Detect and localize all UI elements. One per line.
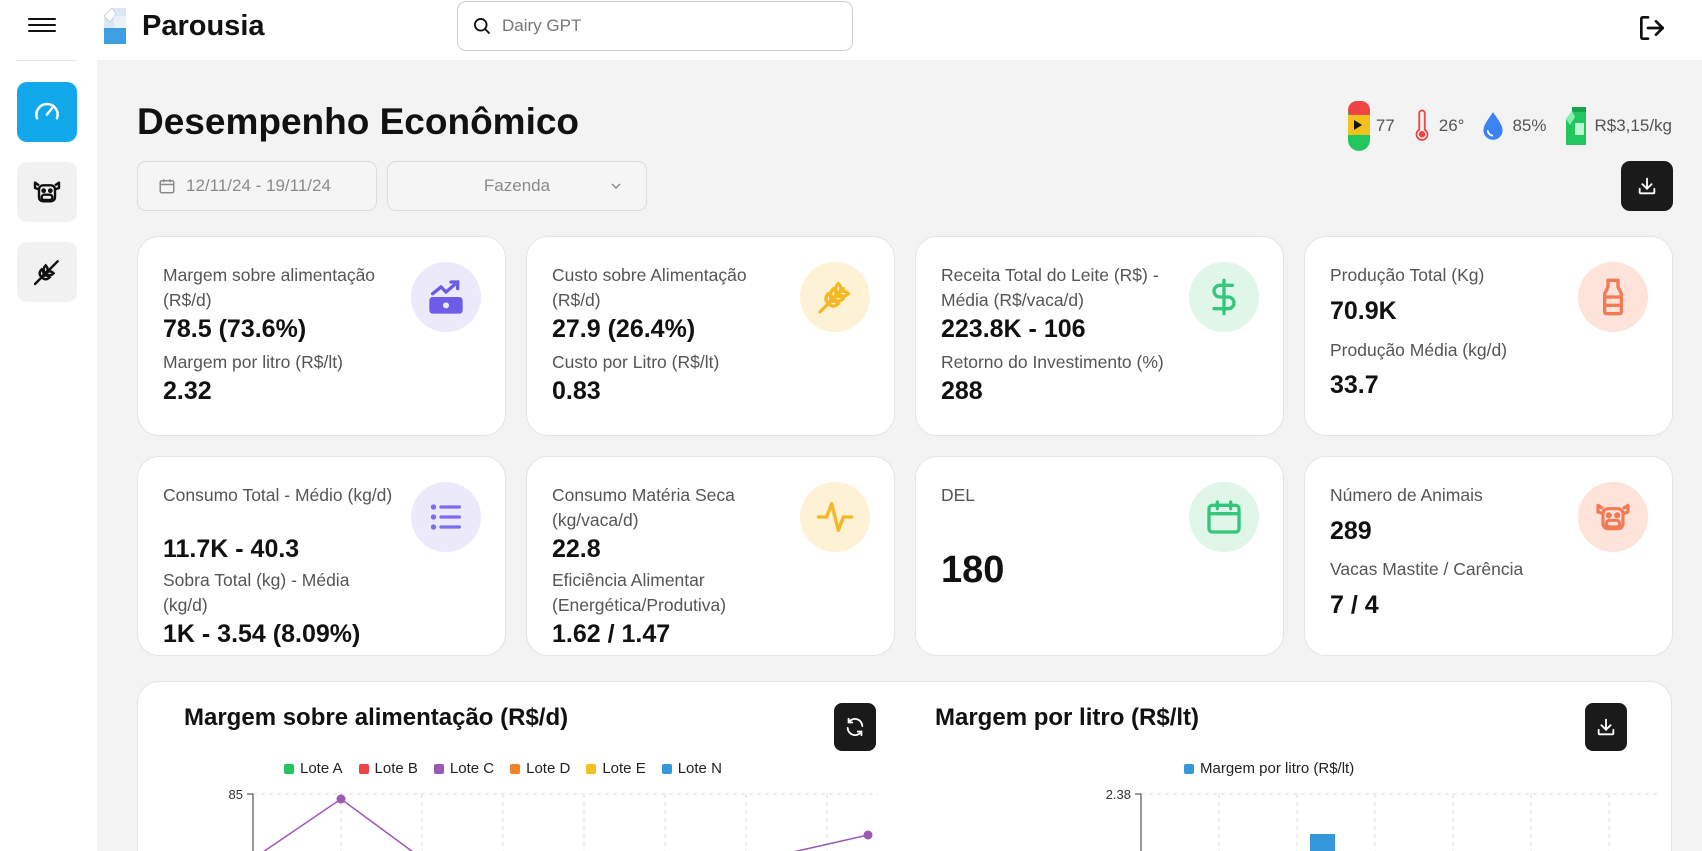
- farm-select[interactable]: Fazenda: [387, 161, 647, 211]
- list-icon: [411, 482, 481, 552]
- card-label: Custo sobre Alimentação (R$/d): [552, 265, 747, 310]
- card-label: Receita Total do Leite (R$) - Média (R$/…: [941, 265, 1159, 310]
- date-range-value: 12/11/24 - 19/11/24: [186, 176, 331, 195]
- charts-panel: Margem sobre alimentação (R$/d) Lote A L…: [137, 681, 1672, 851]
- card-subvalue: 33.7: [1330, 371, 1379, 399]
- bar-chart-margin-per-liter: 2.38: [1106, 787, 1658, 851]
- traffic-light-icon: [1347, 101, 1370, 151]
- dollar-icon: [1189, 262, 1259, 332]
- card-subvalue: 1K - 3.54 (8.09%): [163, 620, 361, 648]
- page-title: Desempenho Econômico: [137, 101, 580, 142]
- card-feed-margin: Margem sobre alimentação (R$/d) 78.5 (73…: [137, 236, 506, 436]
- card-consumption: Consumo Total - Médio (kg/d) 11.7K - 40.…: [137, 456, 506, 656]
- card-milk-revenue: Receita Total do Leite (R$) - Média (R$/…: [915, 236, 1284, 436]
- chart-grid: [1141, 793, 1658, 851]
- card-label: Produção Total (Kg): [1330, 265, 1485, 285]
- water-drop-icon: [1483, 112, 1504, 140]
- search-icon: [474, 18, 491, 35]
- card-value: 180: [941, 549, 1005, 591]
- card-label: Consumo Total - Médio (kg/d): [163, 485, 393, 505]
- card-animals: Número de Animais 289 Vacas Mastite / Ca…: [1304, 456, 1673, 656]
- gauge-icon: [35, 102, 59, 120]
- traffic-light-indicator: 77: [1347, 101, 1395, 151]
- download-button[interactable]: [1621, 161, 1673, 211]
- card-sublabel: Eficiência Alimentar (Energética/Produti…: [552, 570, 727, 615]
- card-sublabel: Retorno do Investimento (%): [941, 352, 1164, 372]
- download-icon: [1638, 177, 1656, 195]
- thermometer-icon: [1415, 109, 1429, 141]
- weather-indicators: 77 26° 85% R$3,15/kg: [1332, 101, 1672, 151]
- card-dry-matter: Consumo Matéria Seca (kg/vaca/d) 22.8 Ef…: [526, 456, 895, 656]
- hamburger-menu-icon[interactable]: [28, 14, 56, 38]
- card-sublabel: Produção Média (kg/d): [1330, 340, 1508, 360]
- card-subvalue: 288: [941, 377, 983, 405]
- bars: [1310, 834, 1335, 851]
- app-name: Parousia: [142, 9, 265, 42]
- milk-carton-icon: [1565, 107, 1586, 145]
- card-value: 22.8: [552, 535, 601, 563]
- card-value: 11.7K - 40.3: [163, 535, 300, 563]
- card-value: 289: [1330, 517, 1372, 545]
- bar[interactable]: [1310, 834, 1335, 851]
- card-value: 223.8K - 106: [941, 315, 1086, 343]
- card-subvalue: 7 / 4: [1330, 591, 1379, 619]
- search-input[interactable]: [502, 16, 822, 36]
- card-feed-cost: Custo sobre Alimentação (R$/d) 27.9 (26.…: [526, 236, 895, 436]
- sidebar-item-feed[interactable]: [17, 242, 77, 302]
- sidebar: [0, 60, 97, 851]
- sidebar-divider: [17, 60, 77, 61]
- card-label: Consumo Matéria Seca (kg/vaca/d): [552, 485, 735, 530]
- card-subvalue: 2.32: [163, 377, 212, 405]
- brand[interactable]: Parousia: [100, 4, 265, 48]
- date-range-picker[interactable]: 12/11/24 - 19/11/24: [137, 161, 377, 211]
- y-tick-label: 2.38: [1106, 787, 1131, 802]
- line-chart-feed-margin: 85: [229, 787, 878, 851]
- wheat-icon: [800, 262, 870, 332]
- card-sublabel: Custo por Litro (R$/lt): [552, 352, 720, 372]
- card-sublabel: Sobra Total (kg) - Média (kg/d): [163, 570, 350, 615]
- card-del: DEL 180: [915, 456, 1284, 656]
- sidebar-item-animals[interactable]: [17, 162, 77, 222]
- humidity-indicator: 85%: [1480, 110, 1547, 142]
- series-line-lote-c-end: [794, 834, 869, 851]
- card-value: 70.9K: [1330, 297, 1397, 325]
- milk-price-indicator: R$3,15/kg: [1563, 105, 1673, 147]
- chevron-down-icon: [611, 183, 621, 189]
- card-label: Número de Animais: [1330, 485, 1483, 505]
- calendar-icon: [1189, 482, 1259, 552]
- card-sublabel: Margem por litro (R$/lt): [163, 352, 343, 372]
- temperature-indicator: 26°: [1411, 108, 1465, 144]
- calendar-icon: [159, 179, 175, 194]
- traffic-light-value: 77: [1375, 116, 1395, 135]
- card-subvalue: 1.62 / 1.47: [552, 620, 671, 648]
- search-box[interactable]: [457, 1, 853, 51]
- milk-carton-logo-icon: [103, 7, 126, 44]
- card-subvalue: 0.83: [552, 377, 601, 405]
- activity-icon: [800, 482, 870, 552]
- data-point[interactable]: [863, 830, 873, 840]
- farm-select-value: Fazenda: [483, 176, 551, 195]
- logout-icon[interactable]: [1636, 12, 1668, 44]
- y-tick-label: 85: [229, 787, 243, 802]
- wheat-icon: [33, 260, 59, 286]
- milk-bottle-icon: [1578, 262, 1648, 332]
- milk-price-value: R$3,15/kg: [1594, 116, 1673, 135]
- card-production: Produção Total (Kg) 70.9K Produção Média…: [1304, 236, 1673, 436]
- card-value: 27.9 (26.4%): [552, 315, 696, 343]
- card-label: Margem sobre alimentação (R$/d): [163, 265, 376, 310]
- temperature-value: 26°: [1438, 116, 1465, 135]
- data-point[interactable]: [336, 794, 346, 804]
- cow-icon: [1578, 482, 1648, 552]
- top-bar: Parousia: [0, 0, 1702, 60]
- card-sublabel: Vacas Mastite / Carência: [1330, 559, 1524, 579]
- humidity-value: 85%: [1512, 116, 1547, 135]
- money-trend-icon: [411, 262, 481, 332]
- card-label: DEL: [941, 485, 976, 505]
- series-line-lote-c: [263, 798, 413, 851]
- card-value: 78.5 (73.6%): [163, 315, 307, 343]
- sidebar-item-dashboard[interactable]: [17, 82, 77, 142]
- cow-icon: [33, 181, 61, 203]
